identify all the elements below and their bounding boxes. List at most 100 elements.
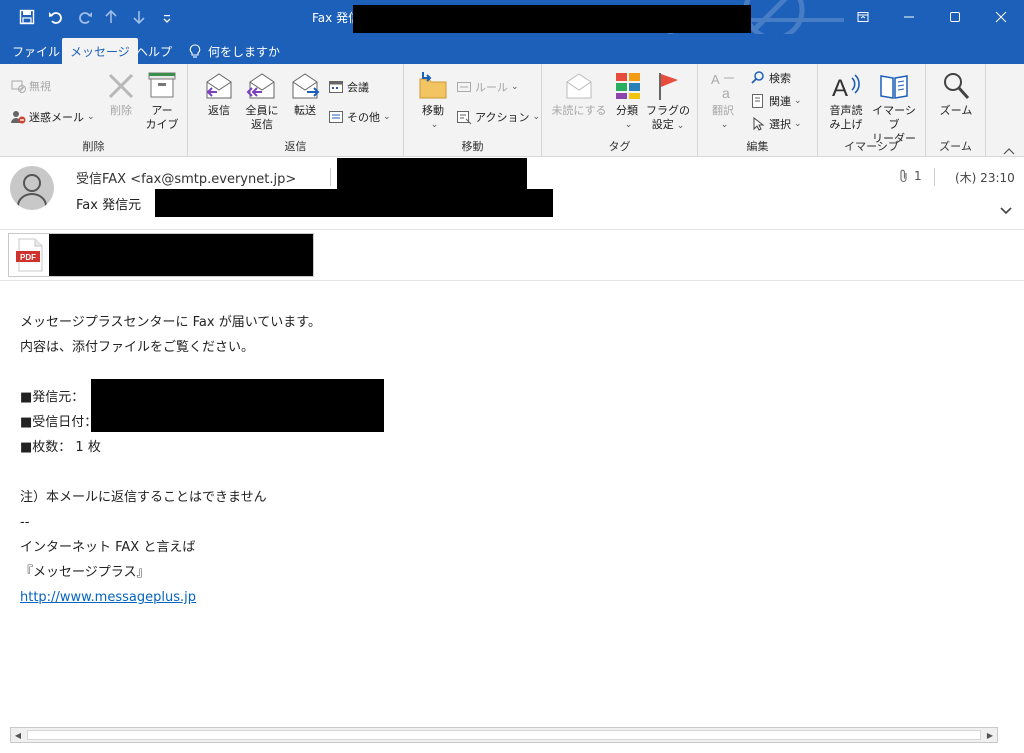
ribbon-group-reply: 返信 全員に 返信 転送 会議 その他 ⌄ 返信 (188, 64, 404, 157)
message-subject: Fax 発信元 (76, 198, 142, 213)
maximize-icon[interactable] (932, 0, 978, 34)
search-icon (751, 71, 764, 84)
scroll-right-icon[interactable]: ▶ (983, 728, 997, 742)
forward-button[interactable]: 転送 (288, 70, 322, 118)
related-button[interactable]: 関連 ⌄ (750, 91, 802, 111)
group-label-reply: 返信 (284, 140, 307, 153)
close-icon[interactable] (978, 0, 1024, 34)
read-aloud-button[interactable]: A 音声読 み上げ (826, 70, 866, 132)
divider (934, 168, 935, 186)
actions-icon (457, 111, 472, 125)
actions-button[interactable]: アクション ⌄ (456, 107, 540, 127)
attachment-item[interactable]: PDF (8, 233, 314, 277)
message-body: メッセージプラスセンターに Fax が届いています。 内容は、添付ファイルをご覧… (20, 310, 321, 610)
tell-me-label: 何をしますか (208, 44, 281, 59)
more-reply-button[interactable]: その他 ⌄ (328, 107, 391, 127)
group-label-zoom: ズーム (939, 140, 972, 153)
lightbulb-icon (189, 44, 201, 58)
group-label-delete: 削除 (82, 140, 105, 153)
pdf-icon: PDF (16, 238, 43, 272)
find-button[interactable]: 検索 (750, 68, 791, 88)
reply-all-icon (246, 73, 275, 99)
ignore-icon (11, 80, 26, 93)
svg-text:A: A (711, 72, 720, 87)
redacted-attachment-name (49, 234, 313, 276)
read-aloud-icon: A (832, 74, 860, 102)
meeting-button[interactable]: 会議 (328, 77, 369, 97)
flag-icon (659, 73, 678, 100)
tell-me-search[interactable]: 何をしますか (180, 38, 288, 64)
select-button[interactable]: 選択 ⌄ (750, 114, 802, 134)
archive-button[interactable]: アー カイブ (144, 70, 180, 132)
rules-button[interactable]: ルール ⌄ (456, 77, 519, 97)
messageplus-link[interactable]: http://www.messageplus.jp (20, 590, 196, 605)
ribbon: 無視 迷惑メール ⌄ 削除 アー カイブ 削除 返信 全員に 返信 転送 会議 … (0, 64, 1024, 157)
flag-button[interactable]: フラグの 設定 ⌄ (646, 70, 690, 133)
save-icon[interactable] (16, 6, 38, 28)
horizontal-scrollbar[interactable]: ◀ ▶ (10, 727, 998, 743)
body-note: 注）本メールに返信することはできません (20, 490, 267, 505)
group-label-edit: 編集 (746, 140, 769, 153)
move-button[interactable]: 移動 ⌄ (414, 70, 452, 132)
categorize-icon (616, 73, 640, 99)
undo-icon[interactable] (45, 6, 67, 28)
sender-address[interactable]: 受信FAX <fax@smtp.everynet.jp> (76, 168, 296, 187)
attachment-count: 1 (898, 169, 922, 183)
avatar[interactable] (10, 166, 54, 210)
ignore-button[interactable]: 無視 (10, 76, 51, 96)
redacted-title (353, 5, 751, 33)
redo-icon[interactable] (74, 6, 96, 28)
junk-button[interactable]: 迷惑メール ⌄ (10, 107, 95, 127)
forward-icon (292, 73, 320, 99)
categorize-button[interactable]: 分類 ⌄ (612, 70, 642, 132)
more-icon (329, 111, 343, 123)
svg-text:PDF: PDF (20, 253, 36, 262)
divider (330, 168, 331, 186)
chevron-down-icon[interactable] (998, 202, 1014, 218)
group-label-tags: タグ (608, 140, 631, 153)
group-label-immersive: イマーシブ (844, 140, 899, 153)
zoom-button[interactable]: ズーム (936, 70, 976, 118)
title-bar: Fax 発信元： (0, 0, 1024, 34)
translate-button[interactable]: Aa 翻訳 ⌄ (708, 70, 738, 132)
meeting-icon (329, 81, 343, 93)
body-line: メッセージプラスセンターに Fax が届いています。 (20, 315, 321, 330)
tab-message[interactable]: メッセージ (62, 38, 138, 64)
ribbon-group-immersive: A 音声読 み上げ イマーシブ リーダー イマーシブ (818, 64, 926, 157)
received-datetime: (木) 23:10 (955, 171, 1015, 185)
reply-icon (206, 73, 232, 99)
tab-help[interactable]: ヘルプ (128, 38, 180, 64)
minimize-icon[interactable] (886, 0, 932, 34)
message-header: 受信FAX <fax@smtp.everynet.jp> Fax 発信元 1 (… (0, 158, 1024, 228)
scroll-left-icon[interactable]: ◀ (11, 728, 25, 742)
body-line: 内容は、添付ファイルをご覧ください。 (20, 340, 255, 355)
redacted-recipient (337, 158, 527, 190)
svg-text:a: a (722, 85, 730, 101)
envelope-icon (566, 73, 592, 99)
ribbon-group-zoom: ズーム ズーム (926, 64, 986, 157)
ribbon-group-tags: 未読にする 分類 ⌄ フラグの 設定 ⌄ タグ (542, 64, 698, 157)
group-label-move: 移動 (461, 140, 484, 153)
body-promo: インターネット FAX と言えば (20, 540, 196, 555)
ribbon-display-icon[interactable] (840, 0, 886, 34)
delete-button[interactable]: 削除 (104, 70, 138, 118)
archive-icon (148, 72, 176, 98)
scroll-thumb[interactable] (27, 730, 981, 740)
signature-separator: -- (20, 515, 30, 530)
up-arrow-icon[interactable] (100, 6, 122, 28)
magnifier-icon (944, 73, 970, 100)
reply-all-button[interactable]: 全員に 返信 (242, 70, 282, 132)
collapse-ribbon-icon[interactable] (1002, 142, 1016, 155)
redacted-subject (155, 189, 553, 217)
customize-icon[interactable] (156, 6, 178, 28)
down-arrow-icon[interactable] (128, 6, 150, 28)
immersive-reader-button[interactable]: イマーシブ リーダー (868, 70, 920, 146)
rules-icon (457, 82, 471, 92)
cursor-icon (753, 116, 765, 131)
body-pages: ■枚数： 1 枚 (20, 440, 101, 455)
paperclip-icon (900, 169, 907, 183)
mark-unread-button[interactable]: 未読にする (550, 70, 608, 118)
reply-button[interactable]: 返信 (200, 70, 238, 118)
folder-move-icon (419, 72, 447, 99)
tab-file[interactable]: ファイル (4, 38, 68, 64)
